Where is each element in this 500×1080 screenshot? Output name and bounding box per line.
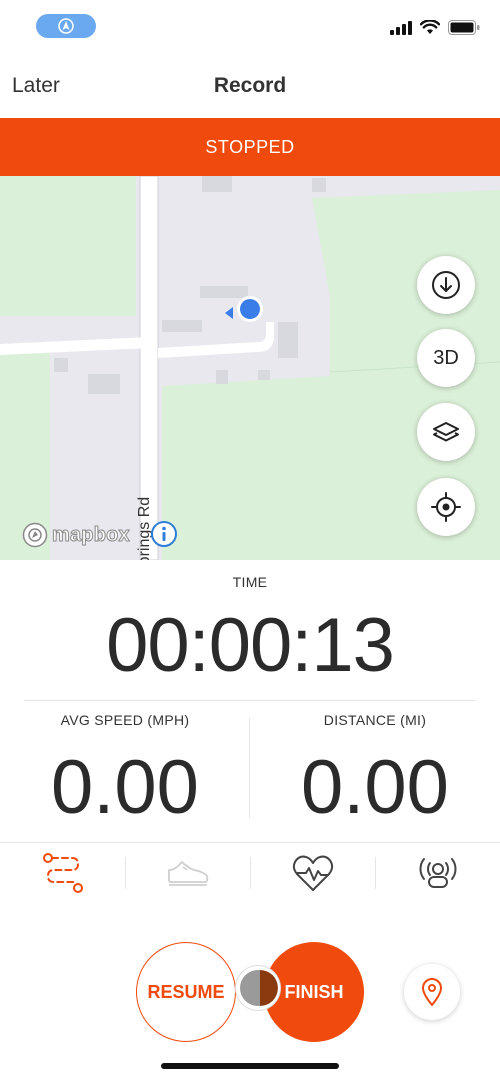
road-side-street — [0, 337, 150, 355]
tab-heart-rate[interactable] — [250, 843, 375, 902]
avg-speed-value: 0.00 — [51, 745, 199, 830]
tab-shoes[interactable] — [125, 843, 250, 902]
sensor-icon — [419, 857, 456, 888]
building — [216, 370, 228, 384]
green-area — [0, 176, 136, 316]
building — [54, 358, 68, 372]
page-title: Record — [213, 74, 287, 97]
mapbox-logo[interactable]: mapbox — [22, 522, 130, 548]
building — [258, 370, 270, 380]
tab-route[interactable] — [0, 843, 125, 902]
info-icon[interactable] — [150, 520, 178, 548]
mapbox-icon — [22, 522, 48, 548]
tab-sensors[interactable] — [375, 843, 500, 902]
current-location-dot — [240, 299, 260, 319]
building — [162, 320, 202, 332]
map-view[interactable]: Springs Rd 3D mapbox — [0, 176, 500, 560]
navigation-arrow-icon — [58, 18, 74, 34]
3d-view-button[interactable]: 3D — [417, 329, 475, 387]
status-bar — [0, 0, 500, 56]
recenter-location-button[interactable] — [417, 478, 475, 536]
wifi-icon — [420, 20, 440, 34]
route-icon — [42, 852, 83, 893]
heading-arrow — [225, 307, 233, 319]
time-label: TIME — [232, 574, 268, 590]
heart-rate-icon — [292, 855, 333, 891]
location-pin-icon — [422, 978, 442, 1006]
building — [278, 322, 298, 358]
home-indicator — [161, 1063, 339, 1069]
resume-button[interactable]: RESUME — [136, 942, 236, 1042]
building — [312, 178, 326, 192]
distance-value: 0.00 — [301, 745, 449, 830]
shoe-icon — [167, 860, 208, 886]
add-marker-button[interactable] — [404, 964, 460, 1020]
download-icon — [432, 271, 460, 299]
map-layers-button[interactable] — [417, 403, 475, 461]
building — [88, 374, 120, 394]
recording-status-banner: STOPPED — [0, 118, 500, 176]
mapbox-attribution: mapbox — [52, 523, 131, 546]
crosshair-icon — [431, 492, 461, 522]
cellular-signal-icon — [390, 20, 412, 35]
stats-panel: TIME 00:00:13 AVG SPEED (MPH) 0.00 DISTA… — [0, 560, 500, 842]
distance-label: DISTANCE (MI) — [323, 712, 427, 728]
layers-icon — [433, 422, 459, 442]
slider-knob-shade — [260, 970, 278, 1006]
building — [200, 286, 248, 298]
battery-icon — [448, 20, 480, 35]
elapsed-time: 00:00:13 — [106, 603, 395, 688]
divider — [24, 700, 476, 701]
avg-speed-label: AVG SPEED (MPH) — [60, 712, 190, 728]
activity-tabs — [0, 842, 500, 902]
slide-toggle-handle[interactable] — [236, 966, 280, 1010]
building — [202, 176, 232, 192]
status-indicators — [390, 20, 480, 35]
download-map-button[interactable] — [417, 256, 475, 314]
header: Later Record — [0, 56, 500, 118]
navigation-indicator[interactable] — [36, 14, 96, 38]
